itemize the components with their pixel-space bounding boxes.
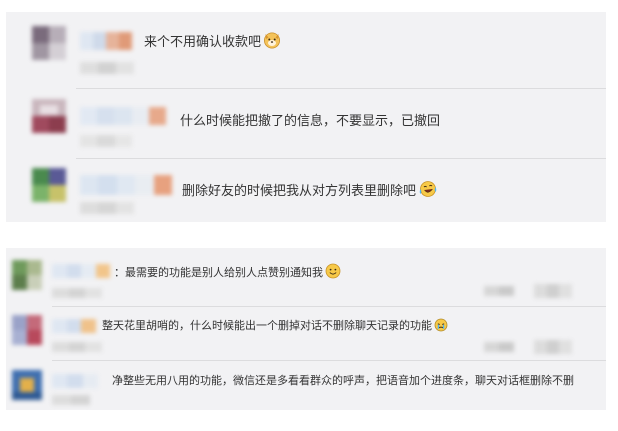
username-mosaic[interactable]: [52, 374, 98, 388]
user-avatar[interactable]: [32, 99, 66, 133]
comment-item: 来个不用确认收款吧: [6, 12, 606, 88]
timestamp-mosaic: [80, 202, 134, 214]
timestamp-mosaic: [52, 288, 102, 298]
username-mosaic[interactable]: [80, 175, 172, 195]
user-avatar[interactable]: [32, 26, 66, 60]
dog-emoji-icon: [263, 31, 281, 49]
meta-mosaic: [484, 286, 514, 296]
comment-text: ：最需要的功能是别人给别人点赞别通知我: [114, 263, 341, 281]
comment-item: 什么时候能把撤了的信息，不要显示，已撤回: [6, 89, 606, 158]
timestamp-mosaic: [80, 62, 134, 74]
meta-mosaic: [484, 342, 514, 352]
user-avatar[interactable]: [12, 260, 42, 290]
comment-text: 什么时候能把撤了的信息，不要显示，已撤回: [180, 114, 441, 129]
comment-panel-top: 来个不用确认收款吧 什么时候能把撤了的信息，不要显示，已撤回 删除好友的时候把我…: [6, 12, 606, 222]
laughing-crying-emoji-icon: [418, 180, 438, 198]
smile-emoji-icon: [325, 263, 341, 279]
username-mosaic[interactable]: [52, 319, 96, 333]
username-mosaic[interactable]: [80, 107, 166, 125]
meta-mosaic: [534, 284, 572, 298]
comment-text: 删除好友的时候把我从对方列表里删除吧: [182, 180, 438, 201]
timestamp-mosaic: [52, 395, 90, 405]
comment-item: 净整些无用八用的功能，微信还是多看看群众的呼声，把语音加个进度条，聊天对话框删除…: [6, 361, 606, 410]
comment-item: ：最需要的功能是别人给别人点赞别通知我: [6, 248, 606, 306]
comment-text: 来个不用确认收款吧: [144, 31, 281, 52]
username-mosaic[interactable]: [52, 264, 110, 278]
user-avatar[interactable]: [12, 370, 42, 400]
comment-panel-bottom: ：最需要的功能是别人给别人点赞别通知我 整天花里胡哨的，什么时候能出一个删掉对话…: [6, 248, 606, 410]
comment-text: 整天花里胡哨的，什么时候能出一个删掉对话不删除聊天记录的功能: [102, 318, 448, 334]
username-mosaic[interactable]: [80, 32, 132, 50]
comment-item: 删除好友的时候把我从对方列表里删除吧: [6, 159, 606, 222]
comment-text: 净整些无用八用的功能，微信还是多看看群众的呼声，把语音加个进度条，聊天对话框删除…: [112, 374, 574, 387]
user-avatar[interactable]: [12, 315, 42, 345]
user-avatar[interactable]: [32, 168, 66, 202]
crying-emoji-icon: [434, 318, 448, 332]
timestamp-mosaic: [80, 135, 132, 147]
meta-mosaic: [534, 340, 572, 354]
timestamp-mosaic: [52, 342, 102, 352]
comment-item: 整天花里胡哨的，什么时候能出一个删掉对话不删除聊天记录的功能: [6, 307, 606, 360]
